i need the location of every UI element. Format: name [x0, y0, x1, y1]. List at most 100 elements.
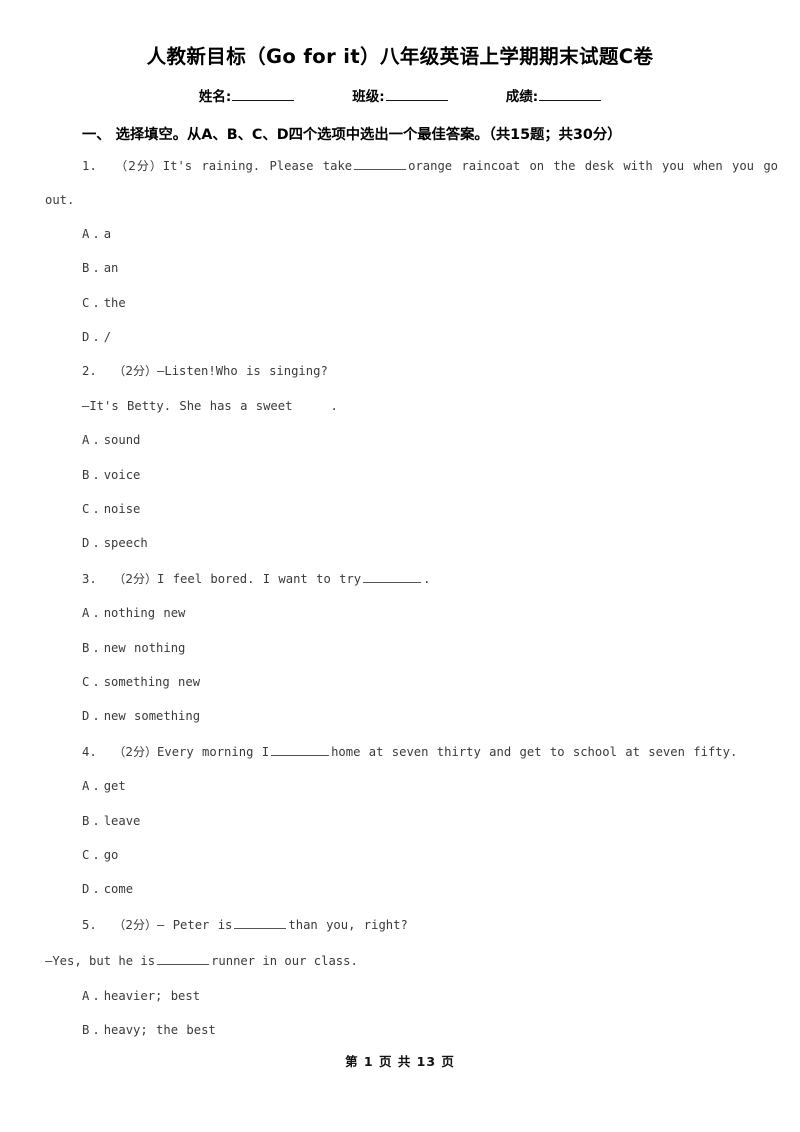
question-2-stem-line2: —It's Betty. She has a sweet. [82, 399, 778, 412]
option-dot: . [92, 779, 100, 794]
question-5-stem-part2: than you, right? [288, 918, 408, 933]
exam-page: 人教新目标（Go for it）八年级英语上学期期末试题C卷 姓名: 班级: 成… [0, 0, 800, 1132]
question-5-stem-part1: — Peter is [157, 918, 233, 933]
question-5-number: 5. [82, 918, 97, 933]
question-5-stem-line2-a: —Yes, but he is [45, 954, 156, 969]
option-dot: . [92, 674, 100, 689]
question-3-stem: 3. （2分）I feel bored. I want to try. [82, 571, 778, 585]
question-1-option-d[interactable]: D. / [82, 331, 778, 343]
option-dot: . [92, 813, 100, 828]
question-4-option-c[interactable]: C. go [82, 849, 778, 861]
question-5-option-a[interactable]: A. heavier; best [82, 990, 778, 1002]
question-5: 5. （2分）— Peter is than you, right? —Yes, … [45, 917, 778, 1036]
question-3-option-c[interactable]: C. something new [82, 676, 778, 688]
question-3-stem-part2: . [423, 572, 431, 587]
question-1-score: （2分） [115, 158, 163, 173]
option-key: B [82, 467, 90, 482]
option-text: go [103, 847, 119, 862]
field-class: 班级: [352, 85, 448, 105]
option-key: C [82, 501, 90, 516]
question-2-stem: 2. （2分）—Listen!Who is singing? [82, 365, 778, 377]
question-2-stem-line2-text: —It's Betty. She has a sweet [82, 399, 293, 414]
option-key: C [82, 674, 90, 689]
question-1-stem: 1. （2分）It's raining. Please take orange r… [82, 158, 778, 172]
option-text: nothing new [103, 606, 186, 621]
page-footer: 第 1 页 共 13 页 [345, 1054, 455, 1069]
question-4-option-d[interactable]: D. come [82, 883, 778, 895]
option-dot: . [92, 1022, 100, 1037]
question-1-blank[interactable] [354, 158, 407, 170]
option-key: A [82, 433, 90, 448]
option-key: A [82, 988, 90, 1003]
option-key: D [82, 329, 90, 344]
question-1-option-c[interactable]: C. the [82, 295, 778, 310]
option-text: a [103, 227, 112, 242]
option-text: an [103, 261, 119, 276]
question-4-number: 4. [82, 745, 97, 760]
identity-fields-row: 姓名: 班级: 成绩: [0, 85, 800, 105]
question-3-option-d[interactable]: D. new something [82, 710, 778, 722]
option-text: the [103, 295, 126, 310]
question-1-stem-part1: It's raining. Please take [162, 158, 353, 173]
question-3-number: 3. [82, 572, 97, 587]
question-5-score: （2分） [113, 918, 158, 933]
question-4-stem-part1: Every morning I [157, 745, 270, 760]
question-2: 2. （2分）—Listen!Who is singing? —It's Bet… [82, 365, 778, 571]
option-dot: . [92, 433, 100, 448]
question-4-stem: 4. （2分）Every morning I home at seven thir… [82, 744, 778, 758]
question-2-option-d[interactable]: D. speech [82, 537, 778, 549]
option-key: B [82, 1022, 90, 1037]
question-5-stem: 5. （2分）— Peter is than you, right? [82, 917, 778, 931]
question-3: 3. （2分）I feel bored. I want to try. A. no… [82, 571, 778, 744]
option-key: A [82, 227, 90, 242]
option-text: / [103, 329, 112, 344]
question-2-option-b[interactable]: B. voice [82, 469, 778, 481]
option-text: get [103, 779, 126, 794]
option-text: speech [103, 536, 148, 551]
question-5-stem-line2-b: runner in our class. [211, 954, 358, 969]
option-dot: . [92, 606, 100, 621]
option-dot: . [92, 640, 100, 655]
option-text: something new [103, 674, 201, 689]
option-dot: . [92, 882, 100, 897]
question-2-number: 2. [82, 364, 97, 378]
field-score-label: 成绩: [505, 89, 539, 106]
question-3-blank[interactable] [363, 571, 422, 584]
question-4-stem-part2: home at seven thirty and get to school a… [331, 745, 738, 760]
question-5-blank-1[interactable] [234, 917, 287, 930]
option-text: heavy; the best [103, 1022, 216, 1037]
page-title: 人教新目标（Go for it）八年级英语上学期期末试题C卷 [146, 45, 654, 68]
option-key: B [82, 261, 90, 276]
option-text: new nothing [103, 640, 186, 655]
option-dot: . [92, 329, 100, 344]
question-4-option-a[interactable]: A. get [82, 780, 778, 792]
option-dot: . [92, 227, 100, 242]
question-2-stem-line2-tail: . [330, 399, 338, 414]
question-2-option-c[interactable]: C. noise [82, 503, 778, 515]
question-2-blank[interactable] [294, 399, 328, 410]
option-dot: . [92, 501, 100, 516]
section-heading-1: 一、 选择填空。从A、B、C、D四个选项中选出一个最佳答案。（共15题；共30分… [82, 127, 622, 144]
option-dot: . [92, 847, 100, 862]
field-name-blank[interactable] [232, 87, 295, 102]
question-5-stem-line2: —Yes, but he is runner in our class. [45, 953, 778, 967]
question-3-score: （2分） [113, 572, 158, 587]
field-name: 姓名: [199, 85, 295, 105]
question-1: 1. （2分）It's raining. Please take orange r… [45, 158, 778, 365]
option-text: sound [103, 433, 141, 448]
field-class-blank[interactable] [385, 87, 448, 102]
question-1-option-b[interactable]: B. an [82, 262, 778, 274]
question-5-option-b[interactable]: B. heavy; the best [82, 1024, 778, 1036]
question-1-option-a[interactable]: A.a [82, 228, 778, 240]
option-text: come [103, 882, 134, 897]
question-4-option-b[interactable]: B. leave [82, 815, 778, 827]
question-2-option-a[interactable]: A. sound [82, 434, 778, 446]
question-4-blank[interactable] [271, 744, 330, 757]
option-key: D [82, 536, 90, 551]
question-1-number: 1. [82, 158, 97, 173]
field-score-blank[interactable] [539, 87, 602, 102]
option-key: A [82, 606, 90, 621]
question-5-blank-2[interactable] [157, 953, 210, 966]
question-3-option-a[interactable]: A. nothing new [82, 607, 778, 619]
question-3-option-b[interactable]: B. new nothing [82, 642, 778, 654]
